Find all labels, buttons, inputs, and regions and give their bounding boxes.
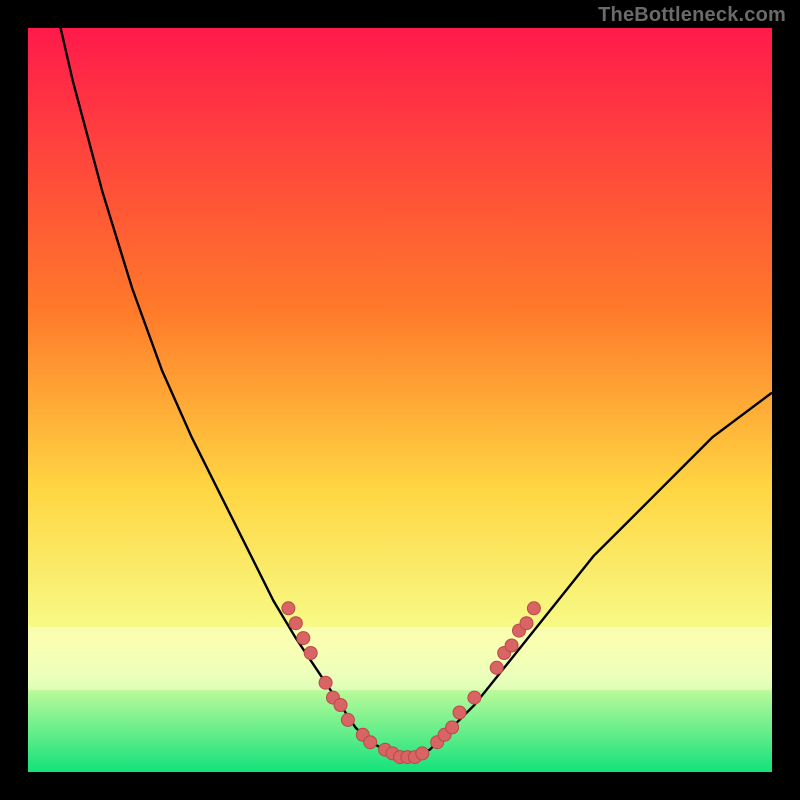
data-marker [289,617,302,630]
data-marker [304,647,317,660]
data-marker [319,676,332,689]
plot-area [28,28,772,772]
data-marker [490,661,503,674]
data-marker [297,632,310,645]
watermark-text: TheBottleneck.com [598,4,786,27]
data-marker [334,699,347,712]
data-marker [520,617,533,630]
data-marker [527,602,540,615]
chart-frame: TheBottleneck.com [0,0,800,800]
data-marker [505,639,518,652]
data-marker [364,736,377,749]
data-marker [416,747,429,760]
data-marker [341,713,354,726]
bottleneck-chart [28,28,772,772]
pale-yellow-band [28,627,772,690]
data-marker [446,721,459,734]
data-marker [453,706,466,719]
data-marker [468,691,481,704]
data-marker [282,602,295,615]
